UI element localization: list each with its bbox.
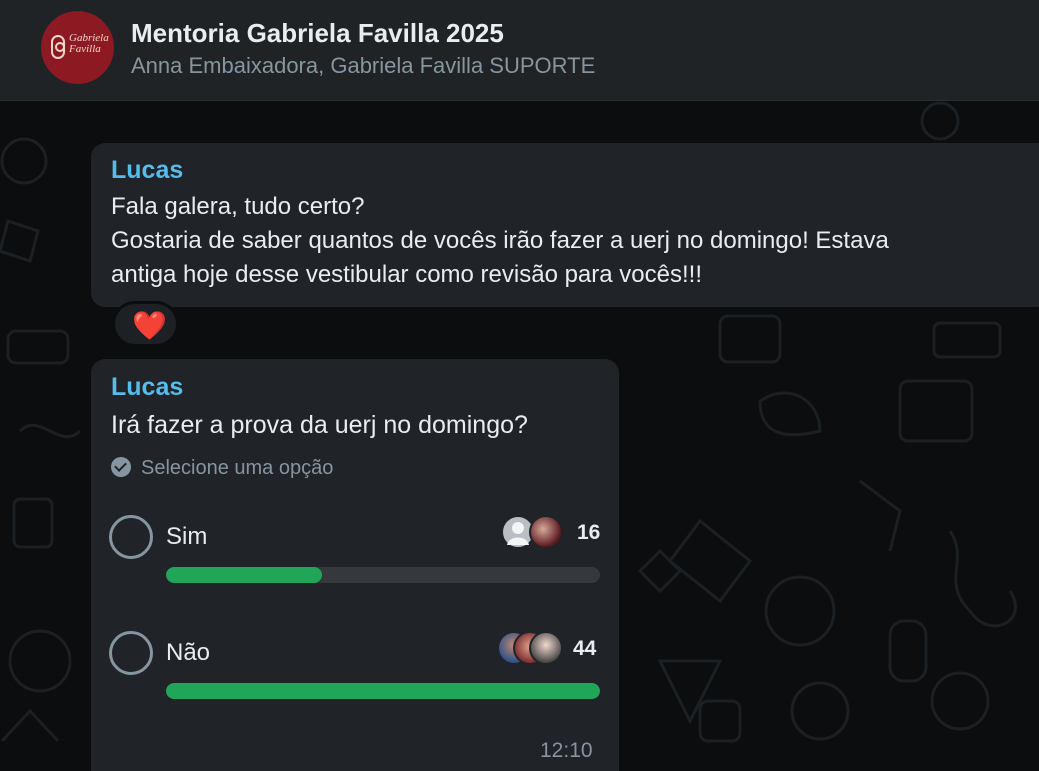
poll-progress-fill <box>166 567 323 583</box>
chat-area[interactable]: Lucas Fala galera, tudo certo? Gostaria … <box>0 101 1039 771</box>
message-sender[interactable]: Lucas <box>111 156 183 185</box>
group-logo-icon <box>51 35 65 59</box>
message-reaction[interactable]: ❤️ <box>112 301 179 347</box>
check-circle-icon <box>111 457 131 477</box>
group-avatar[interactable]: Gabriela Favilla <box>41 11 114 84</box>
group-members: Anna Embaixadora, Gabriela Favilla SUPOR… <box>131 53 596 78</box>
poll-message[interactable]: Lucas Irá fazer a prova da uerj no domin… <box>91 359 619 771</box>
poll-option-sim[interactable]: Sim 16 <box>91 509 619 589</box>
message-bubble[interactable]: Lucas Fala galera, tudo certo? Gostaria … <box>91 143 1039 307</box>
chat-header[interactable]: Gabriela Favilla Mentoria Gabriela Favil… <box>0 0 1039 101</box>
message-line: Fala galera, tudo certo? <box>111 193 365 220</box>
message-text: Fala galera, tudo certo? Gostaria de sab… <box>111 190 1039 292</box>
radio-button[interactable] <box>109 631 153 675</box>
poll-option-label: Não <box>166 639 211 666</box>
poll-progress-track <box>166 683 600 699</box>
poll-progress-fill <box>166 683 600 699</box>
message-line: antiga hoje desse vestibular como revisã… <box>111 261 702 288</box>
poll-option-nao[interactable]: Não 44 <box>91 625 619 705</box>
poll-hint: Selecione uma opção <box>111 457 333 480</box>
message-line: Gostaria de saber quantos de vocês irão … <box>111 227 889 254</box>
poll-option-label: Sim <box>166 523 208 550</box>
voter-avatar <box>529 515 563 549</box>
poll-progress-track <box>166 567 600 583</box>
message-time: 12:10 <box>540 739 593 762</box>
voter-avatar <box>529 631 563 665</box>
poll-hint-text: Selecione uma opção <box>141 457 334 479</box>
radio-button[interactable] <box>109 515 153 559</box>
vote-count: 16 <box>577 521 601 544</box>
heart-reaction-icon: ❤️ <box>132 310 167 341</box>
poll-question: Irá fazer a prova da uerj no domingo? <box>111 411 528 439</box>
group-title[interactable]: Mentoria Gabriela Favilla 2025 <box>131 18 504 49</box>
group-avatar-text: Gabriela Favilla <box>69 32 109 55</box>
vote-count: 44 <box>573 637 597 660</box>
message-sender[interactable]: Lucas <box>111 373 183 402</box>
